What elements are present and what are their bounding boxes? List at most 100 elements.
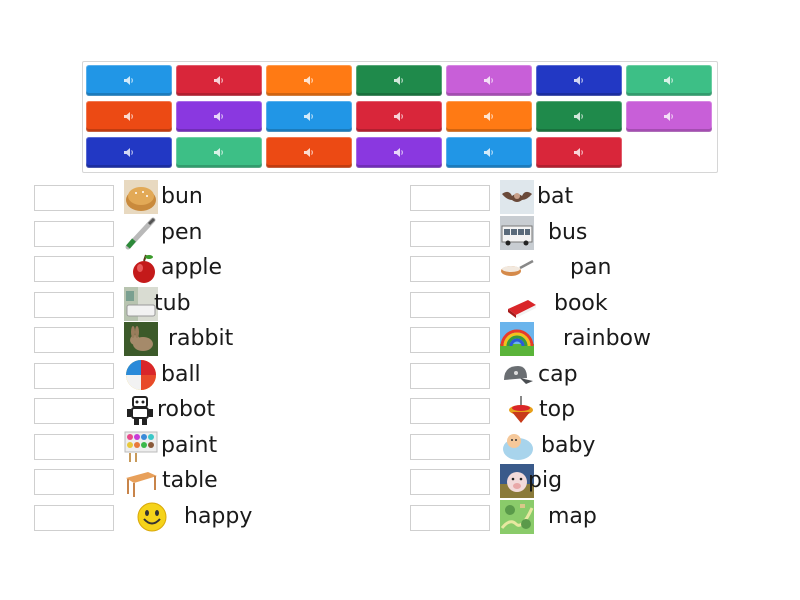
answer-drop-box[interactable] xyxy=(410,504,490,531)
cap-icon xyxy=(500,358,534,392)
speaker-icon xyxy=(663,111,675,122)
item-word: bun xyxy=(161,184,203,209)
speaker-icon xyxy=(483,111,495,122)
book-icon xyxy=(504,287,538,321)
answer-drop-box[interactable] xyxy=(34,504,114,531)
answer-drop-box[interactable] xyxy=(410,327,490,353)
item-word: rainbow xyxy=(563,326,651,351)
speaker-icon xyxy=(303,75,315,86)
answer-drop-box[interactable] xyxy=(34,362,114,389)
answer-drop-box[interactable] xyxy=(410,291,490,318)
answer-drop-box[interactable] xyxy=(410,362,490,389)
audio-tile[interactable] xyxy=(86,65,172,96)
baby-icon xyxy=(500,429,534,463)
item-word: paint xyxy=(161,432,218,458)
answer-drop-box[interactable] xyxy=(410,220,490,247)
audio-tile[interactable] xyxy=(536,101,622,132)
item-word: happy xyxy=(184,503,253,529)
speaker-icon xyxy=(123,75,135,86)
audio-tile[interactable] xyxy=(86,137,172,168)
pen-icon xyxy=(124,216,158,250)
robot-icon xyxy=(124,393,158,427)
answer-drop-box[interactable] xyxy=(410,256,490,282)
answer-drop-box[interactable] xyxy=(410,469,490,495)
audio-tile[interactable] xyxy=(536,137,622,168)
item-word: ball xyxy=(161,361,201,387)
audio-tile[interactable] xyxy=(536,65,622,96)
speaker-icon xyxy=(573,147,585,158)
answer-drop-box[interactable] xyxy=(34,220,114,247)
audio-tile[interactable] xyxy=(356,65,442,96)
speaker-icon xyxy=(483,75,495,86)
audio-tile[interactable] xyxy=(446,137,532,168)
top-icon xyxy=(504,393,538,427)
rainbow-icon xyxy=(500,322,534,356)
item-word: pan xyxy=(570,255,612,280)
bun-icon xyxy=(124,180,158,214)
bat-icon xyxy=(500,180,534,214)
item-word: robot xyxy=(157,397,216,422)
audio-tile[interactable] xyxy=(626,65,712,96)
speaker-icon xyxy=(393,75,405,86)
speaker-icon xyxy=(483,147,495,158)
answer-drop-box[interactable] xyxy=(34,185,114,211)
answer-drop-box[interactable] xyxy=(410,185,490,211)
paint-icon xyxy=(124,429,158,463)
item-word: tub xyxy=(154,290,191,316)
item-word: table xyxy=(162,468,218,493)
item-word: rabbit xyxy=(168,326,234,351)
answer-drop-box[interactable] xyxy=(410,398,490,424)
apple-icon xyxy=(127,251,161,285)
item-word: top xyxy=(539,397,576,422)
speaker-icon xyxy=(393,147,405,158)
audio-tile[interactable] xyxy=(266,65,352,96)
answer-drop-box[interactable] xyxy=(410,433,490,460)
item-word: bus xyxy=(548,219,588,245)
item-word: book xyxy=(554,290,608,316)
item-word: bat xyxy=(537,184,574,209)
audio-tile[interactable] xyxy=(626,101,712,132)
speaker-icon xyxy=(213,111,225,122)
audio-tile[interactable] xyxy=(176,137,262,168)
rabbit-icon xyxy=(124,322,158,356)
speaker-icon xyxy=(213,75,225,86)
audio-tile-bank xyxy=(82,61,718,173)
speaker-icon xyxy=(663,75,675,86)
answer-drop-box[interactable] xyxy=(34,433,114,460)
answer-drop-box[interactable] xyxy=(34,256,114,282)
speaker-icon xyxy=(393,111,405,122)
audio-tile[interactable] xyxy=(446,101,532,132)
audio-tile[interactable] xyxy=(356,101,442,132)
audio-tile[interactable] xyxy=(446,65,532,96)
ball-icon xyxy=(124,358,158,392)
item-word: apple xyxy=(161,255,223,280)
speaker-icon xyxy=(303,111,315,122)
audio-tile[interactable] xyxy=(356,137,442,168)
speaker-icon xyxy=(573,111,585,122)
speaker-icon xyxy=(123,147,135,158)
audio-tile[interactable] xyxy=(266,137,352,168)
item-word: pen xyxy=(161,219,203,245)
answer-drop-box[interactable] xyxy=(34,327,114,353)
item-word: pig xyxy=(528,468,563,493)
audio-tile[interactable] xyxy=(266,101,352,132)
pan-icon xyxy=(500,251,534,285)
item-word: map xyxy=(548,503,597,529)
speaker-icon xyxy=(303,147,315,158)
audio-tile[interactable] xyxy=(176,65,262,96)
speaker-icon xyxy=(213,147,225,158)
speaker-icon xyxy=(573,75,585,86)
speaker-icon xyxy=(123,111,135,122)
table-icon xyxy=(124,464,158,498)
answer-drop-box[interactable] xyxy=(34,469,114,495)
tub-icon xyxy=(124,286,158,321)
answer-drop-box[interactable] xyxy=(34,398,114,424)
audio-tile[interactable] xyxy=(176,101,262,132)
item-word: cap xyxy=(538,361,578,387)
answer-drop-box[interactable] xyxy=(34,291,114,318)
item-word: baby xyxy=(541,432,596,458)
smiley-icon xyxy=(135,500,169,534)
audio-tile[interactable] xyxy=(86,101,172,132)
map-icon xyxy=(500,499,534,534)
bus-icon xyxy=(500,215,534,250)
